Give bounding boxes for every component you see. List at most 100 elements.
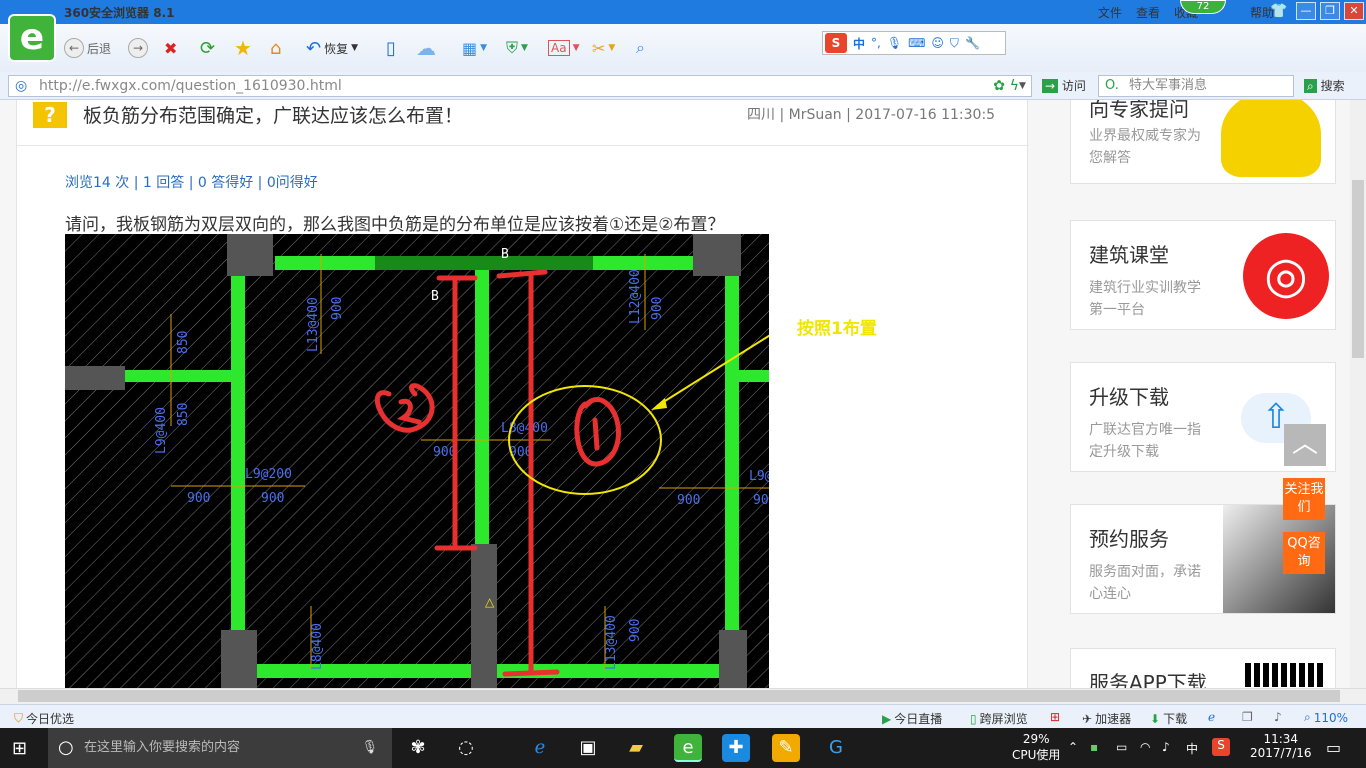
cad-label: 900 xyxy=(650,297,665,320)
menu-file[interactable]: 文件 xyxy=(1098,4,1122,21)
back-to-top-button[interactable]: ︿ xyxy=(1284,424,1326,466)
question-header: ? 板负筋分布范围确定，广联达应该怎么布置！ 四川 | MrSuan | 201… xyxy=(17,100,1029,146)
qq-consult-button[interactable]: QQ咨询 xyxy=(1283,532,1325,574)
refresh-button[interactable]: ⟳ xyxy=(200,36,215,60)
daily-picks[interactable]: ⛉ 今日优选 xyxy=(14,710,74,727)
window-icon[interactable]: ❐ xyxy=(1242,710,1253,724)
taskbar-search-input[interactable]: ○ 在这里输入你要搜索的内容 🎙 xyxy=(48,728,392,768)
question-meta: 四川 | MrSuan | 2017-07-16 11:30:5 xyxy=(747,107,996,123)
wifi-icon[interactable]: ◠ xyxy=(1140,740,1150,754)
ime-toolbar[interactable]: S 中 °, 🎙 ⌨ ☺ ⛉ 🔧 xyxy=(822,31,1006,55)
score-badge[interactable]: 72 xyxy=(1180,0,1226,14)
glodon-icon[interactable]: G xyxy=(822,734,850,762)
column xyxy=(471,544,497,688)
home-button[interactable]: ⌂ xyxy=(270,36,281,60)
cross-screen-button[interactable]: ▯ 跨屏浏览 xyxy=(970,710,1028,727)
cad-label: L9@400 xyxy=(154,407,169,454)
cad-label: 900 xyxy=(187,491,210,506)
search-input[interactable]: O. 特大军事消息 xyxy=(1098,75,1294,97)
search-button[interactable]: ⌕ 搜索 xyxy=(1304,77,1345,94)
store-icon[interactable]: ▣ xyxy=(574,734,602,762)
minimize-button[interactable]: — xyxy=(1296,2,1316,20)
app-icon[interactable]: ◌ xyxy=(452,734,480,762)
battery-icon[interactable]: ▭ xyxy=(1116,740,1127,754)
back-button[interactable]: ← 后退 xyxy=(64,36,111,60)
sidebar-title: 预约服务 xyxy=(1089,527,1169,551)
zoom-button[interactable]: ⌕ xyxy=(636,36,645,60)
zoom-icon: ⌕ xyxy=(1304,710,1311,724)
question-card: ? 板负筋分布范围确定，广联达应该怎么布置！ 四川 | MrSuan | 201… xyxy=(16,100,1029,688)
follow-us-button[interactable]: 关注我们 xyxy=(1283,478,1325,520)
cad-label: L9@200 xyxy=(245,467,292,482)
windows-start-icon[interactable]: ⊞ xyxy=(12,738,27,759)
menu-view[interactable]: 查看 xyxy=(1136,4,1160,21)
cortana-icon: ○ xyxy=(58,737,74,758)
window-title: 360安全浏览器 8.1 xyxy=(64,6,175,20)
volume-icon[interactable]: ♪ xyxy=(1274,710,1282,724)
wall xyxy=(475,270,489,546)
apps-button[interactable]: ▦ ▼ xyxy=(462,36,487,60)
edge-icon[interactable]: ℯ xyxy=(526,734,554,762)
ie-icon[interactable]: ℯ xyxy=(1208,710,1215,724)
accelerator-button[interactable]: ✈ 加速器 xyxy=(1082,710,1131,727)
go-button[interactable]: → 访问 xyxy=(1042,77,1086,94)
favorite-button[interactable]: ★ xyxy=(234,36,252,60)
wall xyxy=(725,370,769,382)
cad-drawing-image[interactable]: B B L13@400 900 L9@400 850 850 L9@200 90… xyxy=(65,234,769,688)
vertical-scroll-thumb[interactable] xyxy=(1352,180,1364,358)
360-browser-icon[interactable]: e xyxy=(674,734,702,762)
notification-icon[interactable]: ▭ xyxy=(1326,738,1341,757)
security-button[interactable]: ⛨ ▼ xyxy=(506,36,528,60)
cad-label: L13@400 xyxy=(604,615,619,670)
forward-button[interactable]: → xyxy=(128,36,148,60)
remote-icon[interactable]: ✚ xyxy=(722,734,750,762)
lightning-icon[interactable]: ϟ xyxy=(1010,76,1019,96)
cad-annotation-text: 按照1布置 xyxy=(797,319,877,339)
sidebar-panel-expert[interactable]: 向专家提问 业界最权威专家为您解答 xyxy=(1070,100,1336,184)
question-title: 板负筋分布范围确定，广联达应该怎么布置！ xyxy=(83,105,464,127)
horizontal-scroll-thumb[interactable] xyxy=(18,690,1340,702)
tray-chevron-icon[interactable]: ⌃ xyxy=(1068,740,1078,754)
cad-label: 90 xyxy=(753,493,769,508)
phone-button[interactable]: ▯ xyxy=(386,36,396,60)
speaker-icon[interactable]: ♪ xyxy=(1162,740,1170,754)
globe-icon: ◎ xyxy=(15,78,28,94)
nvidia-icon[interactable]: ▪ xyxy=(1090,740,1098,754)
question-stats[interactable]: 浏览14 次 | 1 回答 | 0 答得好 | 0问得好 xyxy=(65,172,318,192)
stop-button[interactable]: ✖ xyxy=(164,36,177,60)
folder-icon[interactable]: ▰ xyxy=(622,734,650,762)
chevron-down-icon[interactable]: ▼ xyxy=(1019,76,1031,96)
wall xyxy=(255,664,745,678)
star-icon: ★ xyxy=(234,36,252,60)
compat-icon[interactable]: ✿ xyxy=(993,76,1005,96)
sogou-tray-icon[interactable]: S xyxy=(1212,738,1230,756)
cloud-button[interactable]: ☁ xyxy=(416,36,436,60)
sidebar-panel-classroom[interactable]: 建筑课堂 建筑行业实训教学第一平台 ◎ xyxy=(1070,220,1336,330)
cpu-monitor[interactable]: 29% CPU使用 xyxy=(1012,732,1060,763)
cloud-icon: ☁ xyxy=(416,36,436,60)
url-input[interactable]: ◎ http://e.fwxgx.com/question_1610930.ht… xyxy=(8,75,1032,97)
cad-label: B xyxy=(431,289,439,304)
wall-hatched xyxy=(375,256,593,270)
mascot-icon xyxy=(1221,100,1321,177)
translate-button[interactable]: Aa ▼ xyxy=(548,36,579,60)
notes-icon[interactable]: ✎ xyxy=(772,734,800,762)
task-view-icon[interactable]: ✾ xyxy=(404,734,432,762)
adblock-button[interactable]: ⊞ xyxy=(1050,710,1060,724)
maximize-button[interactable]: ❐ xyxy=(1320,2,1340,20)
ime-indicator[interactable]: 中 xyxy=(1186,740,1198,757)
cad-label: 850 xyxy=(176,403,191,426)
live-button[interactable]: ▶ 今日直播 xyxy=(882,710,942,727)
restore-button[interactable]: ↶ 恢复 ▼ xyxy=(306,36,358,60)
close-button[interactable]: ✕ xyxy=(1344,2,1364,20)
sidebar-panel-app[interactable]: 服务APP下载 xyxy=(1070,648,1336,688)
clock[interactable]: 11:34 2017/7/16 xyxy=(1250,732,1312,760)
grid-icon: ▦ xyxy=(462,38,478,58)
skin-icon[interactable]: 👕 xyxy=(1270,3,1290,21)
zoom-level[interactable]: ⌕ 110% xyxy=(1304,710,1348,725)
column xyxy=(221,630,257,688)
page-viewport: ? 板负筋分布范围确定，广联达应该怎么布置！ 四川 | MrSuan | 201… xyxy=(0,100,1350,688)
phone-icon: ▯ xyxy=(970,711,977,726)
screenshot-button[interactable]: ✂ ▼ xyxy=(592,36,615,60)
download-button[interactable]: ⬇ 下载 xyxy=(1150,710,1187,727)
